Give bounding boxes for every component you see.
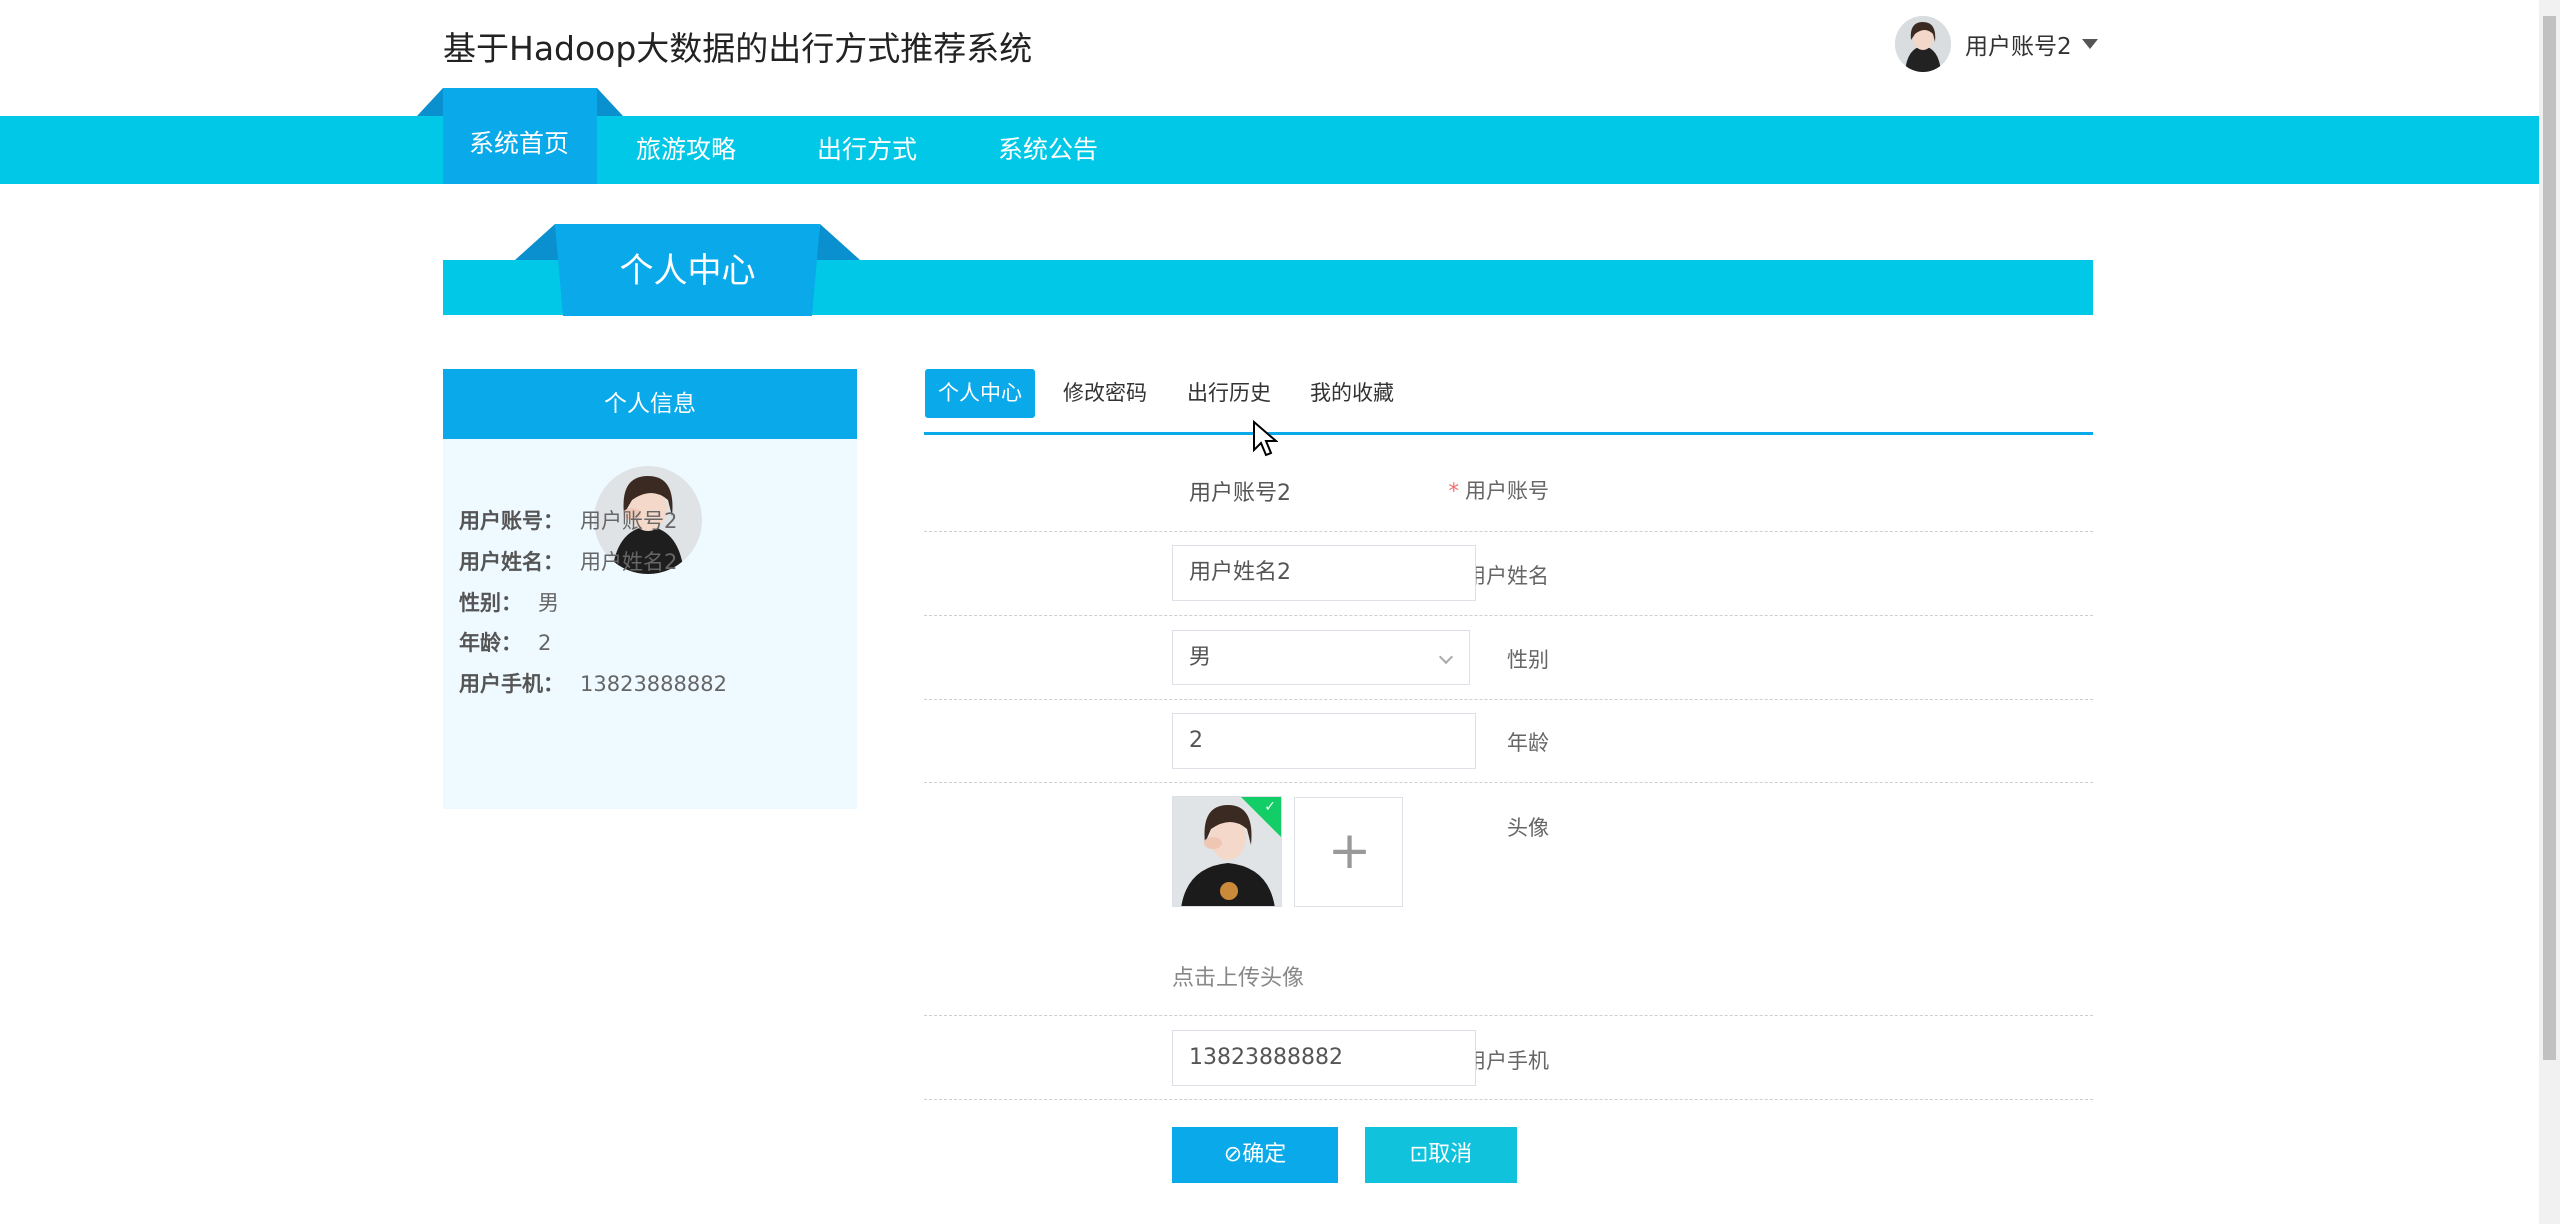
close-box-icon: ⊡ bbox=[1409, 1142, 1429, 1167]
phone-label: 用户手机 bbox=[1465, 1049, 1549, 1073]
gender-select[interactable]: 男 bbox=[1172, 630, 1470, 685]
upload-hint: 点击上传头像 bbox=[1172, 966, 1305, 991]
nav-item-announcement[interactable]: 系统公告 bbox=[998, 116, 1098, 184]
account-value: 用户账号2 bbox=[1189, 481, 1291, 506]
age-input[interactable]: 2 bbox=[1172, 713, 1476, 769]
tab-travel-history[interactable]: 出行历史 bbox=[1187, 369, 1271, 418]
profile-panel-title: 个人信息 bbox=[443, 369, 857, 439]
nav-item-travel-mode[interactable]: 出行方式 bbox=[817, 116, 917, 184]
mouse-cursor-icon bbox=[1252, 419, 1279, 462]
required-mark: * bbox=[1448, 479, 1460, 503]
nav-item-home[interactable]: 系统首页 bbox=[469, 116, 569, 184]
upload-button[interactable]: + bbox=[1294, 797, 1403, 907]
profile-row-account: 用户账号： 用户账号2 bbox=[459, 509, 678, 533]
site-title: 基于Hadoop大数据的出行方式推荐系统 bbox=[443, 29, 1033, 68]
profile-row-age: 年龄： 2 bbox=[459, 631, 552, 655]
user-name: 用户账号2 bbox=[1965, 34, 2072, 60]
chevron-down-icon bbox=[1438, 649, 1454, 665]
profile-row-phone: 用户手机： 13823888882 bbox=[459, 672, 727, 696]
avatar-image bbox=[1895, 16, 1951, 72]
scrollbar-thumb[interactable] bbox=[2543, 16, 2556, 1060]
tab-my-favorites[interactable]: 我的收藏 bbox=[1310, 369, 1394, 418]
gender-label: 性别 bbox=[1507, 648, 1549, 672]
section-title: 个人中心 bbox=[619, 251, 756, 291]
tab-profile[interactable]: 个人中心 bbox=[925, 369, 1035, 418]
name-input[interactable]: 用户姓名2 bbox=[1172, 545, 1476, 601]
tab-change-password[interactable]: 修改密码 bbox=[1063, 369, 1147, 418]
gender-selected-value: 男 bbox=[1189, 645, 1212, 670]
top-header: 基于Hadoop大数据的出行方式推荐系统 bbox=[0, 0, 2539, 116]
nav-item-travel-guide[interactable]: 旅游攻略 bbox=[636, 116, 736, 184]
check-circle-icon: ⊘ bbox=[1223, 1142, 1243, 1167]
user-menu[interactable]: 用户账号2 bbox=[1895, 16, 2098, 72]
check-icon: ✓ bbox=[1264, 799, 1276, 815]
chevron-down-icon bbox=[2081, 39, 2098, 49]
cancel-button[interactable]: ⊡取消 bbox=[1365, 1127, 1517, 1183]
profile-panel: 个人信息 用户账号： 用户账号2 用户姓名： 用户姓名2 性别：男 年龄： 2 用户手… bbox=[443, 369, 857, 809]
name-label: 用户姓名 bbox=[1465, 564, 1549, 588]
age-label: 年龄 bbox=[1507, 731, 1549, 755]
scrollbar[interactable] bbox=[2539, 0, 2560, 1224]
phone-input[interactable]: 13823888882 bbox=[1172, 1030, 1476, 1086]
confirm-button[interactable]: ⊘确定 bbox=[1172, 1127, 1338, 1183]
plus-icon: + bbox=[1327, 821, 1372, 881]
account-label: * 用户账号 bbox=[1448, 479, 1550, 503]
avatar-label: 头像 bbox=[1507, 816, 1549, 840]
nav-bar bbox=[0, 116, 2539, 184]
user-avatar bbox=[1895, 16, 1951, 72]
profile-row-gender: 性别：男 bbox=[459, 591, 559, 615]
avatar-thumbnail[interactable]: ✓ bbox=[1172, 796, 1282, 907]
profile-row-name: 用户姓名： 用户姓名2 bbox=[459, 550, 678, 574]
